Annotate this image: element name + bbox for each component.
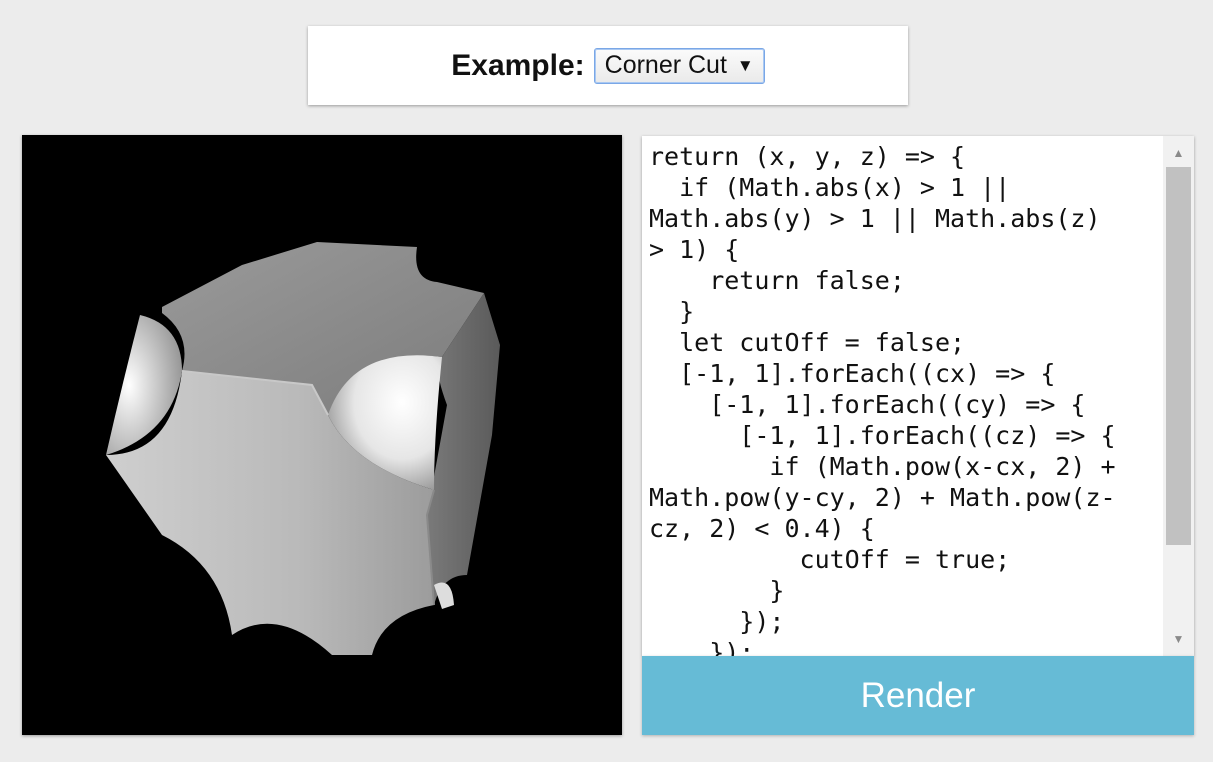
render-viewport[interactable] [22, 135, 622, 735]
render-button[interactable]: Render [642, 656, 1194, 735]
rendered-cube-image [106, 242, 500, 655]
example-select-value: Corner Cut [604, 51, 727, 79]
scroll-thumb[interactable] [1166, 167, 1191, 545]
scroll-down-arrow-icon[interactable]: ▼ [1163, 626, 1194, 652]
code-editor[interactable]: return (x, y, z) => { if (Math.abs(x) > … [642, 136, 1194, 656]
example-select[interactable]: Corner Cut ▼ [593, 47, 765, 84]
example-toolbar: Example: Corner Cut ▼ [308, 26, 908, 105]
example-label: Example: [451, 48, 585, 82]
dropdown-arrow-icon: ▼ [736, 55, 754, 75]
code-textarea[interactable]: return (x, y, z) => { if (Math.abs(x) > … [649, 141, 1159, 656]
scroll-up-arrow-icon[interactable]: ▲ [1163, 140, 1194, 166]
code-scrollbar[interactable]: ▲ ▼ [1163, 136, 1194, 656]
